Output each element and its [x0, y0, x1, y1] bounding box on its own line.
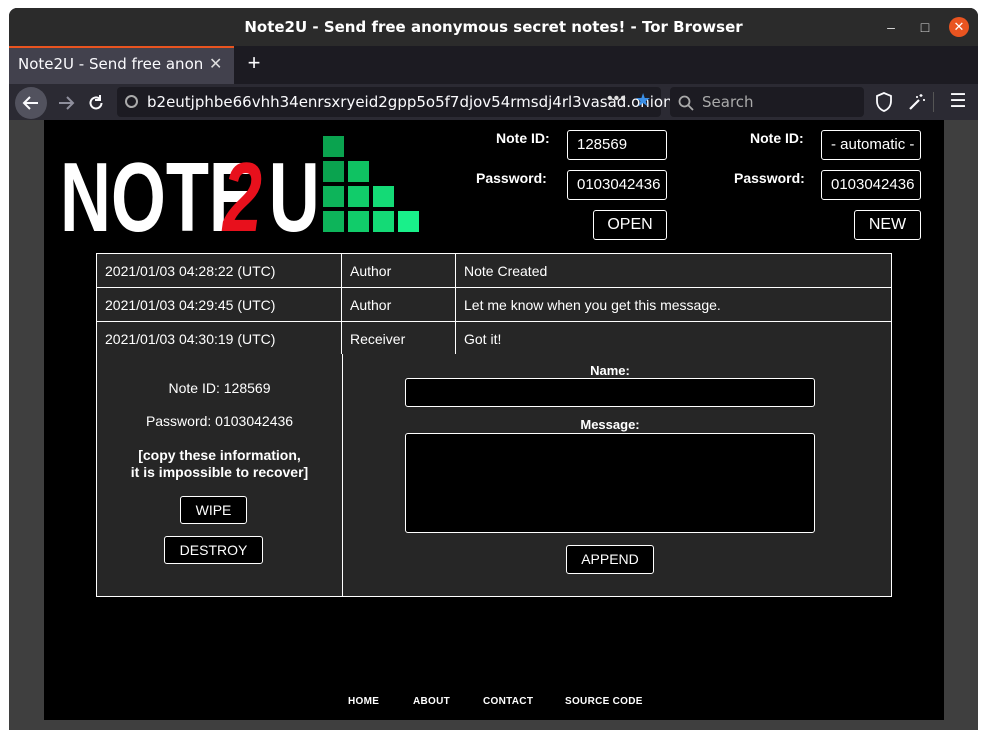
message-text: Got it! — [455, 321, 892, 356]
close-window-icon[interactable]: ✕ — [949, 17, 969, 37]
message-author: Receiver — [341, 321, 456, 356]
forward-arrow-icon[interactable] — [51, 88, 81, 118]
footer-about-link[interactable]: ABOUT — [413, 696, 450, 707]
browser-window: Note2U - Send free anonymous secret note… — [9, 8, 978, 730]
minimize-icon[interactable]: – — [881, 17, 901, 37]
new-note-id-field[interactable]: - automatic - — [821, 130, 921, 160]
append-button[interactable]: APPEND — [566, 545, 654, 574]
reload-icon[interactable] — [81, 88, 111, 118]
message-text: Let me know when you get this message. — [455, 287, 892, 322]
address-bar[interactable]: b2eutjphbe66vhh34enrsxryeid2gpp5o5f7djov… — [117, 87, 673, 117]
tab-close-icon[interactable]: ✕ — [209, 54, 222, 73]
search-icon — [678, 92, 694, 116]
tab-bar: Note2U - Send free anonymous secret note… — [9, 46, 978, 84]
page-actions-icon[interactable]: ••• — [607, 90, 627, 108]
search-placeholder: Search — [702, 93, 754, 111]
open-note-id-label: Note ID: — [496, 130, 550, 146]
search-box[interactable]: Search — [670, 87, 864, 117]
destroy-button[interactable]: DESTROY — [164, 536, 263, 564]
new-identity-icon[interactable] — [905, 90, 929, 114]
message-author: Author — [341, 253, 456, 288]
window-title: Note2U - Send free anonymous secret note… — [244, 18, 743, 36]
new-button[interactable]: NEW — [854, 210, 921, 240]
open-password-label: Password: — [476, 170, 547, 186]
message-label: Message: — [580, 417, 640, 432]
footer-nav: HOME ABOUT CONTACT SOURCE CODE — [44, 696, 944, 712]
note2u-logo[interactable]: NOTE 2 U — [60, 130, 430, 240]
message-time: 2021/01/03 04:30:19 (UTC) — [96, 321, 342, 356]
new-password-field[interactable]: 0103042436 — [821, 170, 921, 200]
copy-warning-line2: it is impossible to recover] — [130, 464, 309, 480]
copy-warning-line1: [copy these information, — [138, 447, 301, 463]
footer-home-link[interactable]: HOME — [348, 696, 379, 707]
svg-text:U: U — [269, 144, 320, 240]
new-password-label: Password: — [734, 170, 805, 186]
navigation-toolbar: b2eutjphbe66vhh34enrsxryeid2gpp5o5f7djov… — [9, 84, 978, 120]
open-note-id-field[interactable]: 128569 — [567, 130, 667, 160]
name-label: Name: — [590, 363, 630, 378]
page-viewport: NOTE 2 U Note ID: 128569 Password: 01030… — [9, 120, 978, 730]
message-time: 2021/01/03 04:28:22 (UTC) — [96, 253, 342, 288]
message-author: Author — [341, 287, 456, 322]
green-bars-graphic — [323, 136, 419, 232]
table-row: 2021/01/03 04:29:45 (UTC) Author Let me … — [96, 287, 892, 322]
note-panel: Note ID: 128569 Password: 0103042436 [co… — [96, 354, 892, 597]
name-field[interactable] — [405, 378, 815, 407]
maximize-icon[interactable]: □ — [915, 17, 935, 37]
bookmark-star-icon[interactable]: ★ — [635, 90, 651, 111]
open-password-field[interactable]: 0103042436 — [567, 170, 667, 200]
new-note-id-label: Note ID: — [750, 130, 804, 146]
message-text: Note Created — [455, 253, 892, 288]
password-info: Password: 0103042436 — [145, 413, 294, 429]
back-arrow-icon[interactable] — [15, 87, 47, 119]
shield-icon[interactable] — [872, 90, 896, 114]
footer-contact-link[interactable]: CONTACT — [483, 696, 533, 707]
messages-table: 2021/01/03 04:28:22 (UTC) Author Note Cr… — [96, 253, 892, 356]
url-text[interactable]: b2eutjphbe66vhh34enrsxryeid2gpp5o5f7djov… — [147, 93, 673, 111]
menu-icon[interactable]: ☰ — [946, 90, 970, 114]
svg-text:2: 2 — [221, 144, 262, 240]
table-row: 2021/01/03 04:30:19 (UTC) Receiver Got i… — [96, 321, 892, 356]
tab-note2u[interactable]: Note2U - Send free anonymous secret note… — [9, 46, 234, 84]
footer-source-code-link[interactable]: SOURCE CODE — [565, 696, 643, 707]
message-time: 2021/01/03 04:29:45 (UTC) — [96, 287, 342, 322]
toolbar-separator — [933, 92, 934, 112]
panel-divider — [342, 354, 343, 596]
wipe-button[interactable]: WIPE — [180, 496, 247, 524]
open-button[interactable]: OPEN — [593, 210, 667, 240]
message-field[interactable] — [405, 433, 815, 533]
note2u-page: NOTE 2 U Note ID: 128569 Password: 01030… — [44, 120, 944, 720]
tab-title: Note2U - Send free anonymous secret note… — [18, 55, 203, 73]
title-bar: Note2U - Send free anonymous secret note… — [9, 8, 978, 46]
note-id-info: Note ID: 128569 — [168, 380, 271, 396]
new-tab-icon[interactable]: + — [241, 50, 267, 78]
table-row: 2021/01/03 04:28:22 (UTC) Author Note Cr… — [96, 253, 892, 288]
onion-site-icon[interactable] — [125, 95, 138, 108]
